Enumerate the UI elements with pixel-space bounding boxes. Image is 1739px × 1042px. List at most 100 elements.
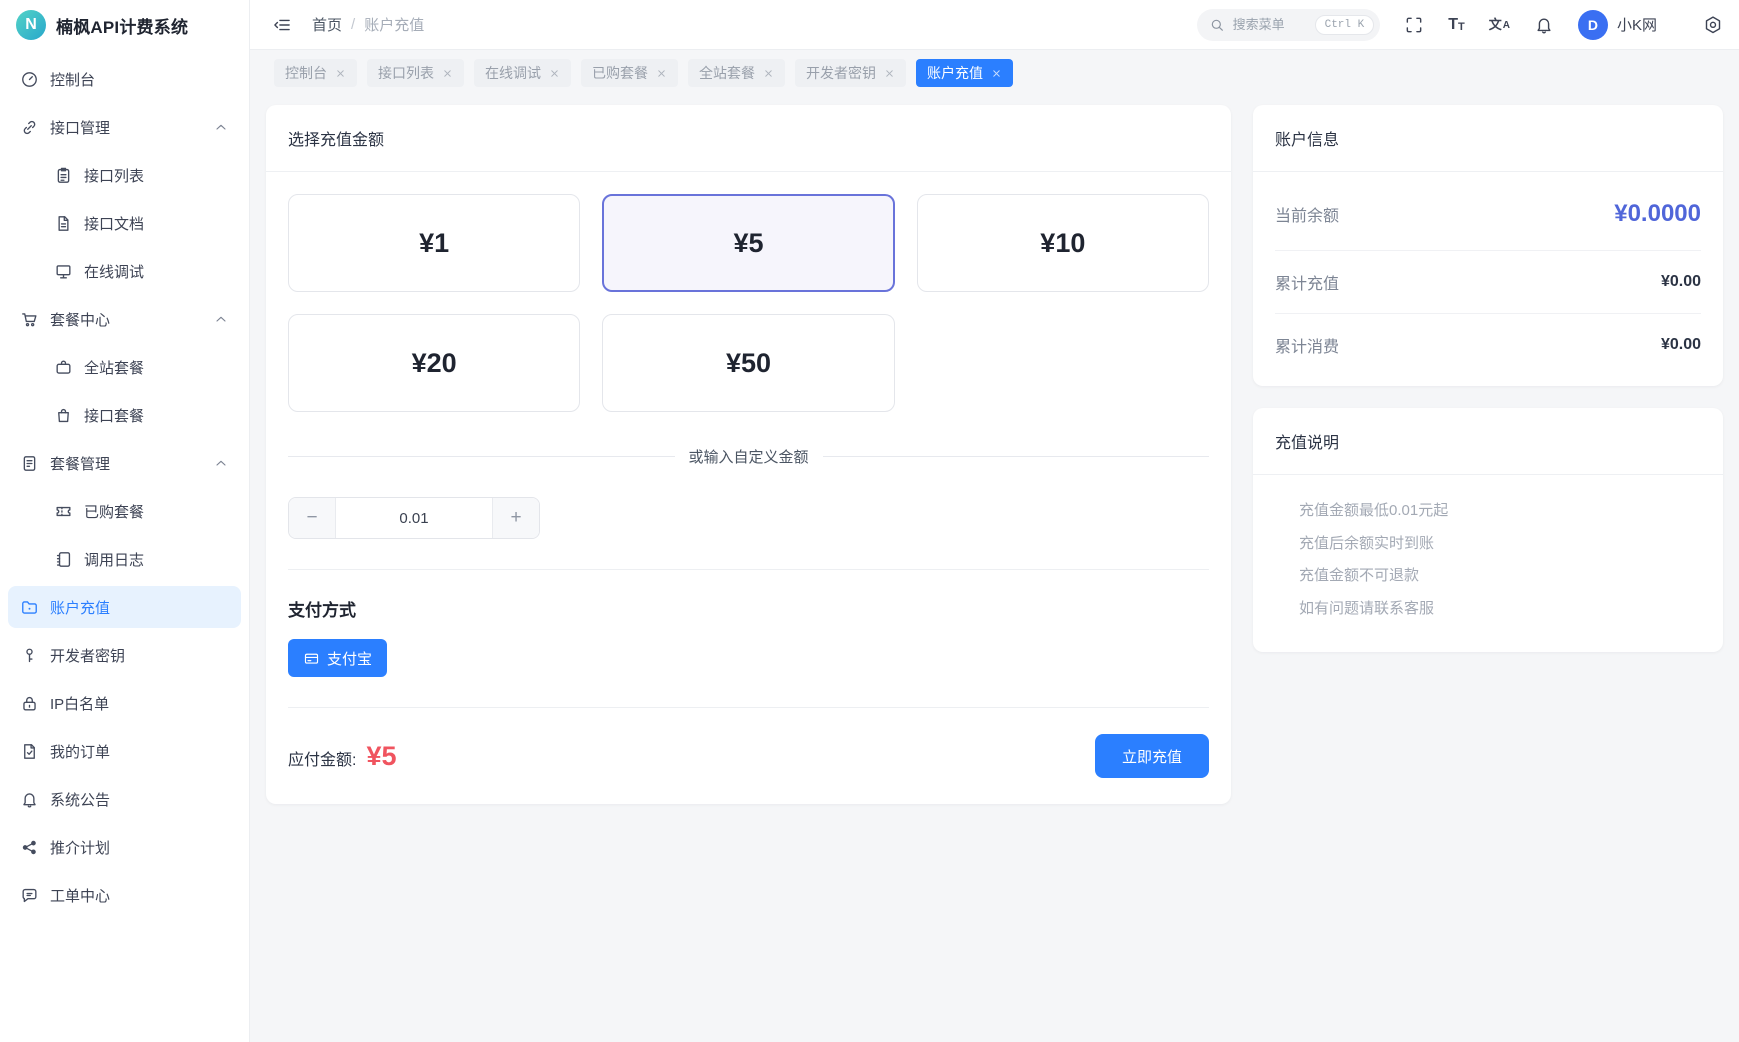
bank-card-icon (303, 650, 320, 667)
account-info-title: 账户信息 (1253, 105, 1723, 172)
amount-option-1[interactable]: ¥1 (288, 194, 580, 292)
custom-amount-divider-label: 或输入自定义金额 (689, 446, 809, 467)
close-icon[interactable] (549, 68, 560, 79)
decrease-button[interactable]: − (289, 498, 336, 538)
sidebar-item-announcements[interactable]: 系统公告 (8, 778, 241, 820)
total-spend-label: 累计消费 (1275, 333, 1339, 357)
notifications-bell-icon[interactable] (1534, 15, 1554, 35)
brand-title: 楠枫API计费系统 (56, 13, 188, 38)
sidebar-item-label: 接口文档 (84, 213, 144, 234)
link-icon (20, 118, 39, 137)
payment-method-title: 支付方式 (288, 596, 1209, 621)
sidebar-item-api-management[interactable]: 接口管理 (8, 106, 241, 148)
amount-option-10[interactable]: ¥10 (917, 194, 1209, 292)
sidebar-item-developer-keys[interactable]: 开发者密钥 (8, 634, 241, 676)
clipboard-list-icon (54, 166, 73, 185)
tab-label: 控制台 (285, 63, 327, 83)
close-icon[interactable] (442, 68, 453, 79)
increase-button[interactable]: + (492, 498, 539, 538)
tab-label: 账户充值 (927, 63, 983, 83)
sidebar-item-label: 调用日志 (84, 549, 144, 570)
lock-icon (20, 694, 39, 713)
payable-value: ¥5 (366, 741, 396, 772)
tab-dashboard[interactable]: 控制台 (274, 59, 357, 87)
sidebar-item-ticket-center[interactable]: 工单中心 (8, 874, 241, 916)
tab-account-recharge[interactable]: 账户充值 (916, 59, 1013, 87)
tab-online-debug[interactable]: 在线调试 (474, 59, 571, 87)
gear-icon[interactable] (1703, 15, 1723, 35)
right-column: 账户信息 当前余额 ¥0.0000 累计充值 ¥0.00 累计消费 ¥0.00 (1253, 105, 1723, 652)
sidebar-item-ip-whitelist[interactable]: IP白名单 (8, 682, 241, 724)
app-root: N 楠枫API计费系统 控制台 接口管理 接口列表 接口文档 (0, 0, 1739, 1042)
sidebar-item-label: 在线调试 (84, 261, 144, 282)
recharge-card-title: 选择充值金额 (266, 105, 1231, 172)
brand-logo-letter: N (25, 16, 37, 34)
tab-developer-keys[interactable]: 开发者密钥 (795, 59, 906, 87)
font-size-icon[interactable]: TT (1448, 17, 1465, 33)
tab-site-packages[interactable]: 全站套餐 (688, 59, 785, 87)
recharge-card-body: ¥1 ¥5 ¥10 ¥20 ¥50 或输入自定义金额 − + (266, 172, 1231, 804)
total-recharge-label: 累计充值 (1275, 270, 1339, 294)
translate-icon[interactable]: 文A (1489, 18, 1510, 31)
sidebar-item-label: 工单中心 (50, 885, 110, 906)
sidebar-item-purchased-packages[interactable]: 已购套餐 (8, 490, 241, 532)
sidebar-item-referral-program[interactable]: 推介计划 (8, 826, 241, 868)
recharge-now-button[interactable]: 立即充值 (1095, 734, 1209, 778)
close-icon[interactable] (656, 68, 667, 79)
sidebar-item-label: 控制台 (50, 69, 95, 90)
sidebar-item-dashboard[interactable]: 控制台 (8, 58, 241, 100)
key-icon (20, 646, 39, 665)
fullscreen-icon[interactable] (1404, 15, 1424, 35)
breadcrumb-home[interactable]: 首页 (312, 14, 342, 35)
sidebar-item-call-logs[interactable]: 调用日志 (8, 538, 241, 580)
brand: N 楠枫API计费系统 (0, 0, 249, 50)
sidebar-item-site-packages[interactable]: 全站套餐 (8, 346, 241, 388)
chevron-up-icon (213, 119, 229, 135)
tabbar: 控制台 接口列表 在线调试 已购套餐 全站套餐 开发者密钥 (250, 50, 1739, 91)
sidebar-item-account-recharge[interactable]: 账户充值 (8, 586, 241, 628)
account-info-card: 账户信息 当前余额 ¥0.0000 累计充值 ¥0.00 累计消费 ¥0.00 (1253, 105, 1723, 386)
sidebar-item-api-docs[interactable]: 接口文档 (8, 202, 241, 244)
alipay-label: 支付宝 (327, 648, 372, 669)
alipay-button[interactable]: 支付宝 (288, 639, 387, 677)
close-icon[interactable] (763, 68, 774, 79)
menu-fold-icon[interactable] (272, 15, 292, 35)
amount-option-5[interactable]: ¥5 (602, 194, 894, 292)
bell-icon (20, 790, 39, 809)
custom-amount-input[interactable] (336, 498, 492, 538)
note-item: 充值后余额实时到账 (1299, 528, 1701, 561)
search-box[interactable]: Ctrl K (1197, 9, 1381, 41)
account-row-total-recharge: 累计充值 ¥0.00 (1275, 251, 1701, 314)
main-column: 首页 / 账户充值 Ctrl K TT 文A D 小K网 (250, 0, 1739, 1042)
recharge-notes-card: 充值说明 充值金额最低0.01元起 充值后余额实时到账 充值金额不可退款 如有问… (1253, 408, 1723, 652)
sidebar-item-online-debug[interactable]: 在线调试 (8, 250, 241, 292)
close-icon[interactable] (335, 68, 346, 79)
sidebar-item-package-management[interactable]: 套餐管理 (8, 442, 241, 484)
amount-option-20[interactable]: ¥20 (288, 314, 580, 412)
sidebar-item-package-center[interactable]: 套餐中心 (8, 298, 241, 340)
chevron-up-icon (213, 311, 229, 327)
tab-api-list[interactable]: 接口列表 (367, 59, 464, 87)
sidebar-item-my-orders[interactable]: 我的订单 (8, 730, 241, 772)
sidebar-item-api-packages[interactable]: 接口套餐 (8, 394, 241, 436)
sidebar-nav: 控制台 接口管理 接口列表 接口文档 在线调试 套餐中心 (0, 50, 249, 934)
section-divider (288, 569, 1209, 570)
search-input[interactable] (1233, 17, 1307, 32)
close-icon[interactable] (884, 68, 895, 79)
sidebar-item-label: 已购套餐 (84, 501, 144, 522)
close-icon[interactable] (991, 68, 1002, 79)
tab-purchased-packages[interactable]: 已购套餐 (581, 59, 678, 87)
custom-amount-divider: 或输入自定义金额 (288, 446, 1209, 467)
amount-option-50[interactable]: ¥50 (602, 314, 894, 412)
breadcrumb: 首页 / 账户充值 (312, 14, 424, 35)
sidebar-item-label: 套餐管理 (50, 453, 110, 474)
sidebar-item-label: IP白名单 (50, 693, 109, 714)
breadcrumb-current: 账户充值 (364, 14, 424, 35)
topbar-actions: Ctrl K TT 文A D 小K网 (1197, 9, 1723, 41)
user-menu[interactable]: D 小K网 (1578, 10, 1657, 40)
sidebar-item-api-list[interactable]: 接口列表 (8, 154, 241, 196)
wallet-icon (20, 598, 39, 617)
note-item: 如有问题请联系客服 (1299, 593, 1701, 626)
tab-label: 接口列表 (378, 63, 434, 83)
tab-label: 在线调试 (485, 63, 541, 83)
